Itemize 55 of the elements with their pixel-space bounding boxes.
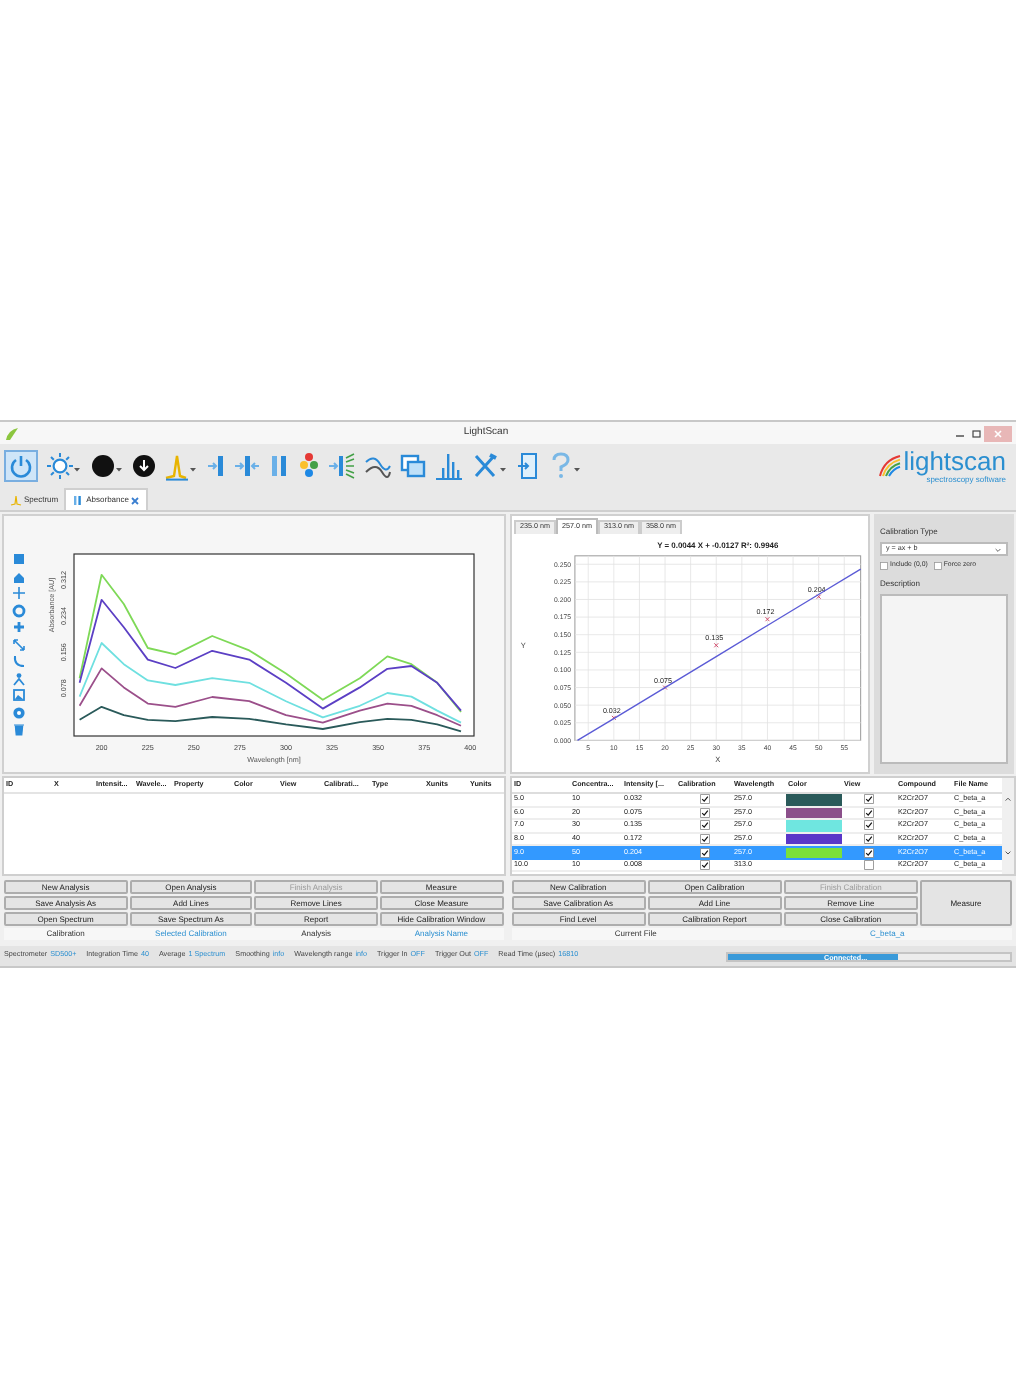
bar-chart-icon[interactable] bbox=[434, 450, 464, 482]
app-icon bbox=[4, 425, 20, 441]
power-icon[interactable] bbox=[4, 450, 38, 482]
image-icon[interactable] bbox=[11, 688, 25, 702]
data-point bbox=[611, 715, 617, 721]
chevron-icon bbox=[994, 545, 1002, 553]
checkbox[interactable] bbox=[699, 807, 709, 818]
checkbox[interactable] bbox=[699, 833, 709, 844]
data-point bbox=[816, 594, 822, 600]
sun-icon[interactable] bbox=[46, 450, 82, 482]
curve-icon[interactable] bbox=[11, 654, 25, 668]
checkbox[interactable] bbox=[864, 807, 874, 818]
person-icon[interactable] bbox=[11, 671, 25, 685]
logo-icon bbox=[877, 454, 902, 478]
windows-icon[interactable] bbox=[400, 450, 426, 482]
checkbox[interactable] bbox=[699, 820, 709, 831]
chevron-up-icon[interactable] bbox=[1004, 796, 1012, 802]
checkbox[interactable] bbox=[880, 561, 888, 570]
arrow-bar-icon[interactable] bbox=[206, 450, 226, 482]
crosshair-icon[interactable] bbox=[11, 586, 25, 600]
checkbox[interactable] bbox=[864, 847, 874, 858]
checkbox[interactable] bbox=[864, 820, 874, 831]
rays-icon[interactable] bbox=[328, 450, 356, 482]
double-arrow-bar-icon[interactable] bbox=[234, 450, 260, 482]
bars-icon[interactable] bbox=[268, 450, 290, 482]
arrows-icon[interactable] bbox=[11, 637, 25, 651]
house-icon[interactable] bbox=[11, 569, 25, 583]
checkbox[interactable] bbox=[864, 859, 874, 870]
checkbox[interactable] bbox=[699, 794, 709, 805]
scrollbar[interactable] bbox=[1002, 778, 1014, 874]
tools-icon[interactable] bbox=[472, 450, 508, 482]
description-field[interactable] bbox=[880, 594, 1008, 764]
maximize-icon[interactable] bbox=[968, 425, 984, 441]
checkbox[interactable] bbox=[699, 859, 709, 870]
bars-icon bbox=[72, 494, 85, 506]
data-point bbox=[764, 616, 770, 622]
help-icon[interactable] bbox=[548, 450, 582, 482]
door-icon[interactable] bbox=[516, 450, 540, 482]
data-point bbox=[713, 642, 719, 648]
logo-text: lightscan bbox=[903, 449, 1006, 473]
plus-icon[interactable] bbox=[11, 620, 25, 634]
data-point bbox=[662, 684, 668, 690]
gear-icon[interactable] bbox=[11, 603, 25, 617]
checkbox[interactable] bbox=[933, 561, 942, 570]
checkbox[interactable] bbox=[864, 833, 874, 844]
trash-icon[interactable] bbox=[11, 722, 25, 736]
checkbox[interactable] bbox=[864, 794, 874, 805]
download-icon[interactable] bbox=[132, 450, 156, 482]
disc-icon[interactable] bbox=[90, 450, 124, 482]
close-icon[interactable] bbox=[984, 425, 1012, 441]
checkbox[interactable] bbox=[699, 847, 709, 858]
square-icon[interactable] bbox=[11, 552, 25, 566]
dots-icon[interactable] bbox=[298, 450, 320, 482]
close-icon[interactable] bbox=[130, 495, 141, 505]
peak-icon bbox=[10, 494, 22, 506]
